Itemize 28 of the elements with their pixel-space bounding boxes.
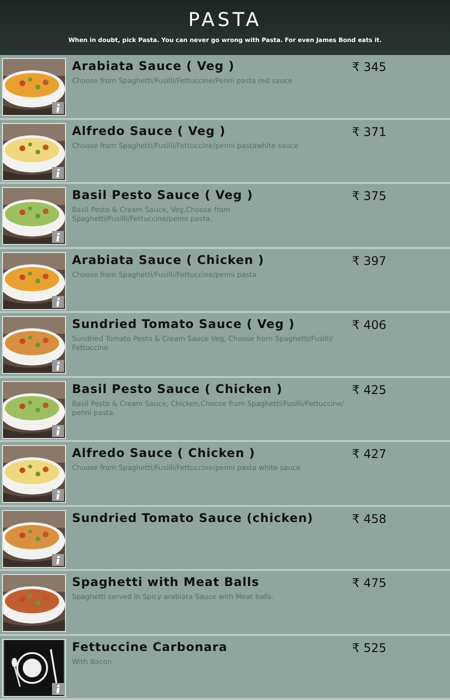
dish-price: ₹ 458 <box>352 510 388 528</box>
dish-price: ₹ 397 <box>352 252 388 270</box>
dish-name: Alfredo Sauce ( Chicken ) <box>72 446 256 461</box>
info-icon[interactable] <box>52 166 64 178</box>
dish-name: Fettuccine Carbonara <box>72 640 228 654</box>
dish-name: Basil Pesto Sauce ( Veg ) <box>72 188 254 203</box>
page-title: PASTA <box>187 8 263 32</box>
dish-price: ₹ 371 <box>352 124 388 140</box>
dish-name: Spaghetti with Meat Balls <box>72 575 260 590</box>
info-icon[interactable] <box>52 554 64 566</box>
dish-price: ₹ 406 <box>352 317 388 334</box>
dish-name: Basil Pesto Sauce ( Chicken ) <box>72 382 284 396</box>
dish-name: Arabiata Sauce ( Chicken ) <box>72 252 266 268</box>
dish-name: Arabiata Sauce ( Veg ) <box>72 59 236 74</box>
dish-name: Sundried Tomato Sauce (chicken) <box>72 510 314 526</box>
dish-price: ₹ 345 <box>352 59 388 76</box>
dish-price: ₹ 427 <box>352 446 388 463</box>
dish-name: Alfredo Sauce ( Veg ) <box>72 124 227 138</box>
dish-price: ₹ 475 <box>352 575 388 592</box>
dish-price: ₹ 375 <box>352 188 388 205</box>
menu-item[interactable]: Sundried Tomato Sauce (chicken) ₹ 458 <box>0 506 450 571</box>
info-icon[interactable] <box>52 424 64 436</box>
plate-cutlery-icon <box>3 640 65 696</box>
dish-price: ₹ 525 <box>352 640 388 656</box>
dish-price: ₹ 425 <box>352 382 388 398</box>
info-icon[interactable] <box>52 682 64 694</box>
dish-name: Sundried Tomato Sauce ( Veg ) <box>72 317 296 332</box>
info-icon[interactable] <box>52 296 64 308</box>
